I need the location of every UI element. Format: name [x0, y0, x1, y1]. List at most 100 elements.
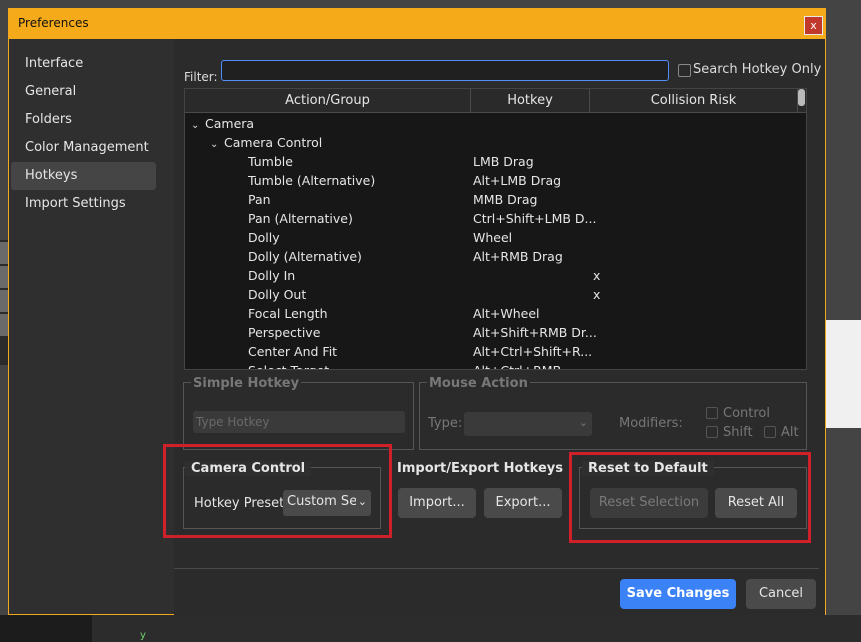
highlight-box-reset — [569, 452, 811, 543]
tree-row[interactable]: Dolly In x — [185, 266, 798, 285]
tree-row[interactable]: ⌄ Camera Control — [185, 133, 798, 152]
bg-tab — [0, 242, 8, 264]
title-bar[interactable]: Preferences x — [9, 9, 825, 39]
background-bottom-dark — [0, 615, 92, 642]
export-button[interactable]: Export... — [484, 488, 562, 518]
row-hotkey: MMB Drag — [473, 192, 538, 207]
tree-scrollbar[interactable] — [798, 89, 805, 106]
cancel-button[interactable]: Cancel — [746, 579, 816, 609]
tree-row[interactable]: Select Target Alt+Ctrl+RMB — [185, 361, 798, 369]
row-action-label: Focal Length — [248, 306, 328, 321]
row-hotkey: Ctrl+Shift+LMB D... — [473, 211, 597, 226]
bg-tab — [0, 290, 8, 312]
modifiers-label: Modifiers: — [619, 416, 683, 431]
tree-row[interactable]: Dolly Out x — [185, 285, 798, 304]
filter-input[interactable] — [221, 60, 669, 81]
row-action-label: Pan — [248, 192, 271, 207]
row-action-label: Perspective — [248, 325, 321, 340]
highlight-box-camera-control — [163, 444, 392, 538]
tree-row[interactable]: Perspective Alt+Shift+RMB Dr... — [185, 323, 798, 342]
row-action-label: Tumble — [248, 154, 293, 169]
close-button[interactable]: x — [804, 16, 823, 35]
type-label: Type: — [428, 416, 463, 431]
alt-label: Alt — [781, 425, 799, 440]
tree-row[interactable]: Tumble (Alternative) Alt+LMB Drag — [185, 171, 798, 190]
import-export-title: Import/Export Hotkeys — [397, 461, 563, 476]
row-hotkey: Alt+Ctrl+Shift+R... — [473, 344, 593, 359]
row-action: Dolly — [248, 228, 280, 247]
alt-checkbox[interactable] — [764, 426, 776, 438]
background-panel-white — [824, 320, 861, 428]
sidebar: Interface General Folders Color Management H… — [11, 50, 156, 218]
row-hotkey: Alt+RMB Drag — [473, 249, 563, 264]
hotkey-tree[interactable]: Action/Group Hotkey Collision Risk ⌄ Came… — [184, 88, 807, 370]
row-action-label: Camera Control — [224, 135, 323, 150]
save-changes-button[interactable]: Save Changes — [620, 579, 736, 609]
window-title: Preferences — [18, 16, 89, 30]
tree-row[interactable]: Pan (Alternative) Ctrl+Shift+LMB D... — [185, 209, 798, 228]
row-action-label: Select Target — [248, 363, 329, 369]
row-action: Select Target — [248, 361, 329, 369]
row-action: Tumble — [248, 152, 293, 171]
row-action: Perspective — [248, 323, 320, 342]
row-action: Tumble (Alternative) — [248, 171, 375, 190]
row-action: Center And Fit — [248, 342, 337, 361]
row-hotkey: Alt+Wheel — [473, 306, 540, 321]
sidebar-item-color-management[interactable]: Color Management — [11, 134, 156, 162]
tree-row[interactable]: Dolly (Alternative) Alt+RMB Drag — [185, 247, 798, 266]
tree-row[interactable]: Dolly Wheel — [185, 228, 798, 247]
footer-divider — [174, 568, 819, 569]
search-hotkey-only-checkbox[interactable] — [678, 64, 691, 77]
row-action-label: Center And Fit — [248, 344, 338, 359]
row-action: Dolly (Alternative) — [248, 247, 362, 266]
tree-header: Action/Group Hotkey Collision Risk — [185, 89, 806, 113]
row-action-label: Camera — [205, 116, 255, 131]
tree-body: ⌄ Camera ⌄ Camera Control Tumble LMB Drag Tumb… — [185, 114, 798, 369]
column-header-action[interactable]: Action/Group — [185, 89, 471, 112]
control-label: Control — [723, 406, 770, 421]
row-hotkey: Alt+Ctrl+RMB — [473, 361, 561, 369]
sidebar-item-import-settings[interactable]: Import Settings — [11, 190, 156, 218]
mouse-action-title: Mouse Action — [427, 376, 530, 391]
import-button[interactable]: Import... — [398, 488, 476, 518]
row-action-label: Dolly Out — [248, 287, 307, 302]
row-hotkey: Alt+LMB Drag — [473, 173, 562, 188]
sidebar-item-folders[interactable]: Folders — [11, 106, 156, 134]
row-action: ⌄ Camera Control — [210, 133, 322, 154]
tree-row[interactable]: Focal Length Alt+Wheel — [185, 304, 798, 323]
row-action: Focal Length — [248, 304, 328, 323]
viewport-axis-label: y — [140, 630, 146, 641]
row-action-label: Dolly (Alternative) — [248, 249, 362, 264]
row-action-label: Dolly In — [248, 268, 296, 283]
bg-tab — [0, 314, 8, 336]
filter-label: Filter: — [184, 70, 218, 84]
row-action: ⌄ Camera — [191, 114, 254, 135]
row-hotkey: Alt+Shift+RMB Dr... — [473, 325, 597, 340]
row-collision-risk: x — [593, 268, 601, 283]
tree-row[interactable]: Pan MMB Drag — [185, 190, 798, 209]
mouse-type-select[interactable]: ⌄ — [464, 412, 592, 436]
row-collision-risk: x — [593, 287, 601, 302]
tree-row[interactable]: Tumble LMB Drag — [185, 152, 798, 171]
shift-label: Shift — [723, 425, 753, 440]
row-action: Pan (Alternative) — [248, 209, 353, 228]
sidebar-item-hotkeys[interactable]: Hotkeys — [11, 162, 156, 190]
column-header-hotkey[interactable]: Hotkey — [471, 89, 590, 112]
hotkey-input[interactable]: Type Hotkey — [193, 411, 405, 433]
control-checkbox[interactable] — [706, 407, 718, 419]
simple-hotkey-title: Simple Hotkey — [191, 376, 302, 391]
row-action: Pan — [248, 190, 271, 209]
background-bottom-bar — [0, 615, 861, 642]
shift-checkbox[interactable] — [706, 426, 718, 438]
row-hotkey: Wheel — [473, 230, 513, 245]
tree-row[interactable]: ⌄ Camera — [185, 114, 798, 133]
sidebar-item-interface[interactable]: Interface — [11, 50, 156, 78]
sidebar-item-general[interactable]: General — [11, 78, 156, 106]
row-action-label: Tumble (Alternative) — [248, 173, 376, 188]
row-action: Dolly Out — [248, 285, 306, 304]
row-hotkey: LMB Drag — [473, 154, 534, 169]
search-hotkey-only-label[interactable]: Search Hotkey Only — [693, 62, 821, 77]
tree-row[interactable]: Center And Fit Alt+Ctrl+Shift+R... — [185, 342, 798, 361]
row-action-label: Pan (Alternative) — [248, 211, 353, 226]
column-header-collision-risk[interactable]: Collision Risk — [590, 89, 798, 112]
